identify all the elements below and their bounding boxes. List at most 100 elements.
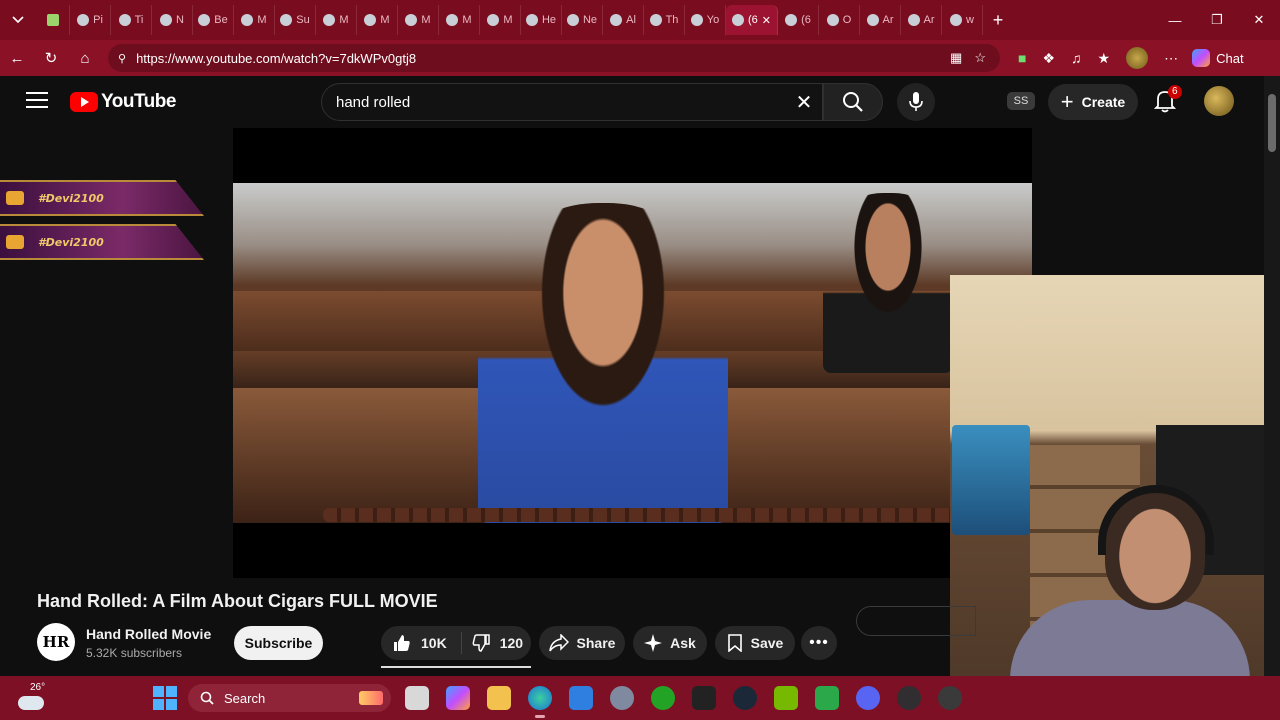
- settings-gear-icon[interactable]: [610, 686, 634, 710]
- minimize-button[interactable]: —: [1154, 0, 1196, 40]
- video-player[interactable]: [233, 128, 1032, 578]
- start-button[interactable]: [153, 686, 177, 710]
- reload-button[interactable]: ↻: [34, 40, 68, 76]
- browser-tab[interactable]: (6 ✕: [726, 5, 778, 35]
- search-input[interactable]: hand rolled ✕: [321, 83, 823, 121]
- xbox-icon[interactable]: [651, 686, 675, 710]
- share-button[interactable]: Share: [539, 626, 625, 660]
- subscribe-button[interactable]: Subscribe: [234, 626, 323, 660]
- browser-tab[interactable]: M: [357, 5, 398, 35]
- edge-browser-icon[interactable]: [528, 686, 552, 718]
- browser-tab[interactable]: Ti: [111, 5, 152, 35]
- channel-avatar[interactable]: HR: [37, 623, 75, 661]
- restore-button[interactable]: ❐: [1196, 0, 1238, 40]
- tab-label: w: [966, 14, 974, 26]
- like-button[interactable]: 10K: [381, 632, 462, 654]
- weather-widget[interactable]: 26°: [18, 682, 46, 714]
- close-window-button[interactable]: ✕: [1238, 0, 1280, 40]
- nvidia-icon[interactable]: [774, 686, 798, 710]
- ask-button[interactable]: Ask: [633, 626, 707, 660]
- plus-icon: +: [1060, 89, 1074, 114]
- create-button[interactable]: + Create: [1048, 84, 1138, 120]
- site-info-icon[interactable]: ⚲: [118, 52, 126, 65]
- browser-tab[interactable]: Ne: [562, 5, 603, 35]
- dislike-button[interactable]: 120: [462, 634, 523, 652]
- channel-name[interactable]: Hand Rolled Movie: [86, 626, 211, 642]
- address-bar[interactable]: ⚲ https://www.youtube.com/watch?v=7dkWPv…: [108, 44, 1000, 72]
- browser-tab[interactable]: M: [234, 5, 275, 35]
- profile-avatar[interactable]: [1126, 47, 1149, 69]
- tab-label: Ar: [923, 14, 935, 26]
- settings-more-icon[interactable]: ⋯: [1164, 50, 1178, 67]
- steam-icon[interactable]: [733, 686, 757, 710]
- browser-tab[interactable]: Ar: [860, 5, 901, 35]
- outlook-icon[interactable]: [569, 686, 593, 710]
- browser-tab[interactable]: M: [439, 5, 480, 35]
- chat-label: Chat: [1216, 50, 1244, 66]
- youtube-play-icon: [70, 92, 98, 112]
- browser-tab[interactable]: Be: [193, 5, 234, 35]
- tab-favicon-icon: [866, 14, 879, 26]
- clear-search-icon[interactable]: ✕: [790, 88, 818, 116]
- tab-favicon-icon: [826, 14, 839, 26]
- browser-tab[interactable]: M: [316, 5, 357, 35]
- app-available-icon[interactable]: ▦: [950, 50, 962, 66]
- extension-icon[interactable]: ■: [1018, 50, 1026, 66]
- tab-actions-menu[interactable]: [0, 0, 36, 40]
- browser-tab[interactable]: Ar: [901, 5, 942, 35]
- media-control-icon[interactable]: ♫: [1071, 50, 1082, 66]
- browser-tab[interactable]: Al: [603, 5, 644, 35]
- close-tab-icon[interactable]: ✕: [762, 14, 771, 27]
- browser-tab[interactable]: M: [480, 5, 521, 35]
- task-view-icon[interactable]: [405, 686, 429, 710]
- tab-label: He: [541, 14, 557, 26]
- browser-tab[interactable]: Su: [275, 5, 316, 35]
- account-avatar[interactable]: [1204, 86, 1234, 116]
- tab-workspaces[interactable]: [36, 5, 70, 35]
- video-frame: [233, 183, 1032, 523]
- tab-favicon-icon: [950, 14, 963, 26]
- tab-favicon-icon: [525, 14, 538, 26]
- browser-tab[interactable]: M: [398, 5, 439, 35]
- streaming-app-icon[interactable]: [815, 686, 839, 710]
- guide-menu-icon[interactable]: [26, 92, 48, 112]
- tab-favicon-icon: [566, 14, 579, 26]
- browser-tab[interactable]: Th: [644, 5, 685, 35]
- search-button[interactable]: [823, 83, 883, 121]
- epic-games-icon[interactable]: [692, 686, 716, 710]
- scrollbar-thumb[interactable]: [1268, 94, 1276, 152]
- share-icon: [548, 634, 569, 652]
- more-actions-button[interactable]: •••: [801, 626, 837, 660]
- tab-favicon-icon: [446, 14, 459, 26]
- browser-tab[interactable]: N: [152, 5, 193, 35]
- back-button[interactable]: ←: [0, 40, 34, 76]
- browser-tab[interactable]: Pi: [70, 5, 111, 35]
- ss-extension-badge[interactable]: SS: [1007, 92, 1035, 110]
- browser-tab[interactable]: He: [521, 5, 562, 35]
- copilot-taskbar-icon[interactable]: [446, 686, 470, 710]
- browser-tab[interactable]: O: [819, 5, 860, 35]
- file-explorer-icon[interactable]: [487, 686, 511, 710]
- obs-icon[interactable]: [897, 686, 921, 710]
- youtube-logo[interactable]: YouTube: [70, 91, 176, 113]
- favorites-icon[interactable]: ★: [1098, 50, 1111, 67]
- subscriber-count: 5.32K subscribers: [86, 646, 183, 660]
- browser-tab[interactable]: w: [942, 5, 983, 35]
- voice-search-button[interactable]: [897, 83, 935, 121]
- new-tab-button[interactable]: +: [983, 10, 1013, 31]
- twitter-icon: [6, 191, 24, 205]
- taskbar-search[interactable]: Search: [188, 684, 391, 712]
- twitter-handle-overlay: #Devi2100: [0, 180, 204, 216]
- tab-label: (6: [748, 14, 758, 26]
- copilot-chat-button[interactable]: Chat: [1192, 49, 1244, 67]
- save-button[interactable]: Save: [715, 626, 795, 660]
- discord-icon[interactable]: [856, 686, 880, 710]
- performance-monitor-icon[interactable]: [938, 686, 962, 710]
- notifications-button[interactable]: 6: [1153, 85, 1182, 115]
- home-button[interactable]: ⌂: [68, 40, 102, 76]
- browser-tab[interactable]: (6: [778, 5, 819, 35]
- favorite-star-icon[interactable]: ☆: [974, 50, 986, 66]
- extensions-puzzle-icon[interactable]: ❖: [1042, 50, 1055, 67]
- page-scrollbar[interactable]: [1264, 76, 1280, 676]
- browser-tab[interactable]: Yo: [685, 5, 726, 35]
